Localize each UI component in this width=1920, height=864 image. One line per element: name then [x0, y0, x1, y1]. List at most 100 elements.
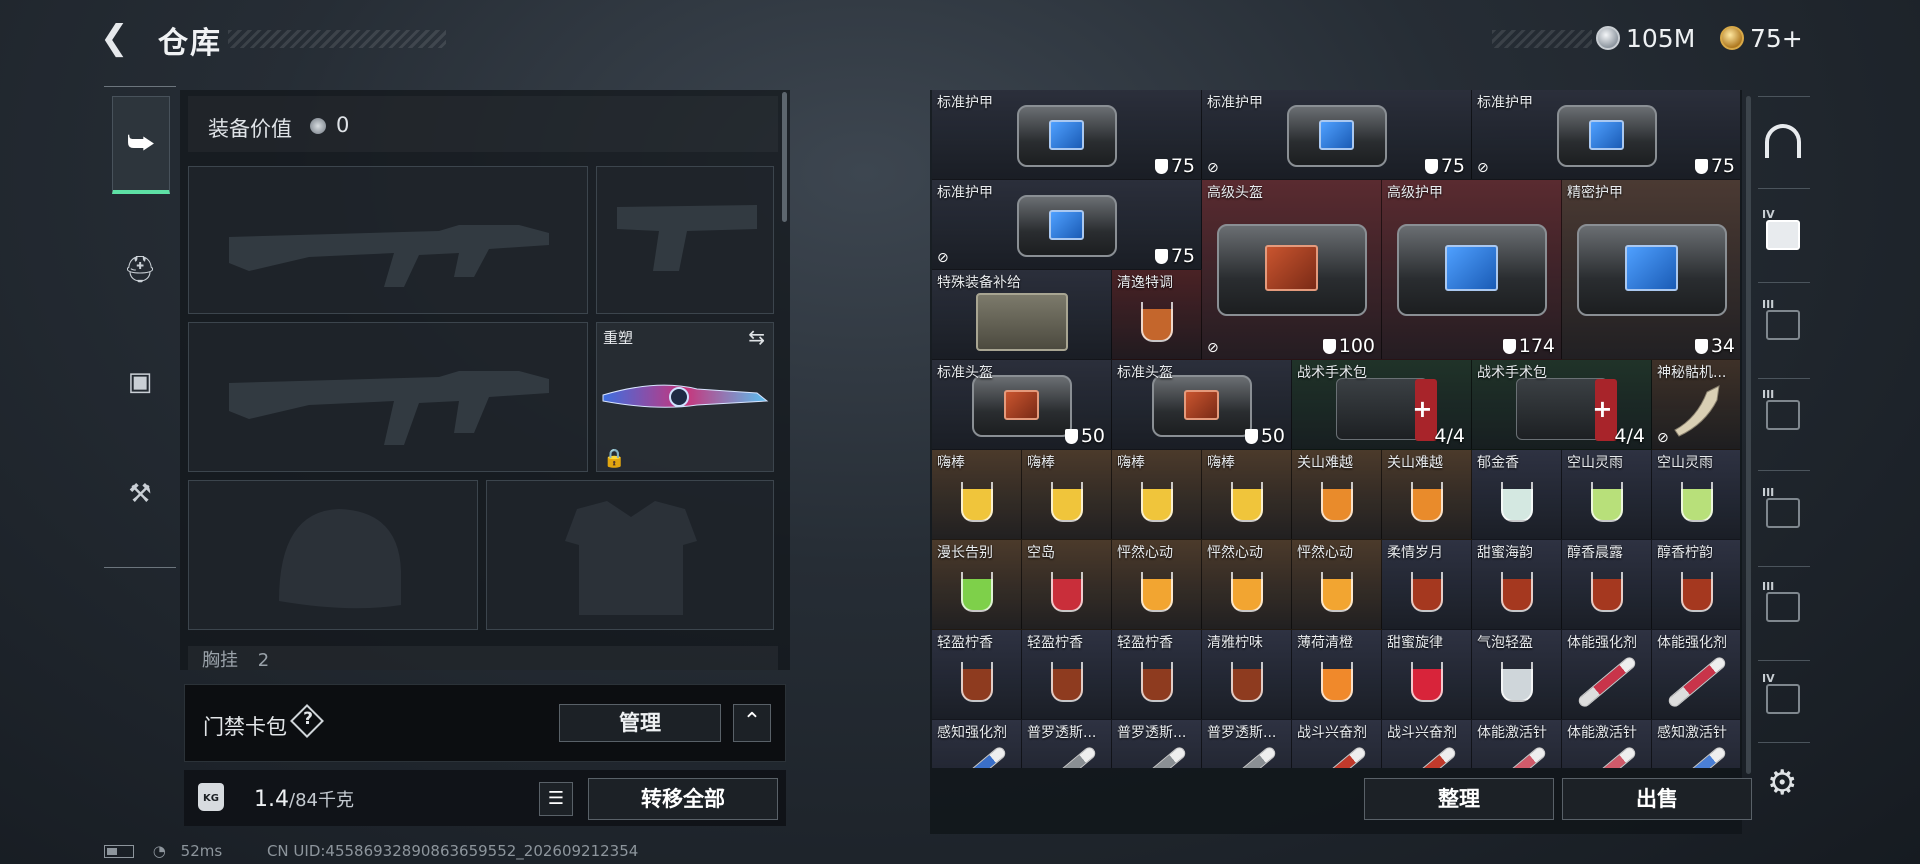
cocktail-icon [1407, 568, 1447, 618]
inventory-item[interactable]: 体能强化剂 [1562, 630, 1652, 720]
inventory-item[interactable]: 醇香柠韵 [1652, 540, 1740, 630]
warehouse-scrollbar[interactable] [1746, 96, 1751, 774]
inventory-item[interactable]: 神秘骷机... ⊘ [1652, 360, 1740, 450]
container-tab[interactable]: III [1762, 580, 1804, 630]
inventory-item[interactable]: 薄荷清橙 [1292, 630, 1382, 720]
inventory-item[interactable]: 战斗兴奋剂 [1382, 720, 1472, 768]
container-tab[interactable]: III [1762, 388, 1804, 438]
inventory-item[interactable]: 怦然心动 [1292, 540, 1382, 630]
inventory-item[interactable]: 标准护甲 75 [932, 90, 1202, 180]
container-tab[interactable]: IV [1762, 672, 1804, 722]
inventory-item[interactable]: 体能激活针 [1562, 720, 1652, 768]
inventory-item[interactable]: 标准护甲 75 ⊘ [932, 180, 1202, 270]
inventory-item[interactable]: 空岛 [1022, 540, 1112, 630]
inventory-item[interactable]: 清逸特调 [1112, 270, 1202, 360]
transfer-all-button[interactable]: 转移全部 [588, 778, 778, 820]
equipment-panel: 装备价值 0 重塑 ⇆ 🔒 胸挂 2 [180, 90, 790, 670]
equipment-scrollbar[interactable] [782, 92, 787, 222]
tab-backpack[interactable]: ▣ [112, 354, 168, 410]
vest-silhouette-icon [565, 501, 697, 615]
primary-weapon-slot[interactable] [188, 166, 588, 314]
inventory-item[interactable]: 空山灵雨 [1652, 450, 1740, 540]
container-tab[interactable] [1762, 118, 1804, 164]
item-name: 精密护甲 [1567, 185, 1623, 201]
weight-readout: 1.4/84千克 [254, 786, 354, 812]
inventory-item[interactable]: 关山难越 [1292, 450, 1382, 540]
item-name: 空山灵雨 [1657, 455, 1713, 471]
inventory-item[interactable]: 轻盈柠香 [1022, 630, 1112, 720]
primary-weapon-slot-2[interactable] [188, 322, 588, 472]
inventory-item[interactable]: 高级护甲 174 [1382, 180, 1562, 360]
inventory-item[interactable]: 特殊装备补给 [932, 270, 1112, 360]
inventory-item[interactable]: 战斗兴奋剂 [1292, 720, 1382, 768]
inventory-item[interactable]: 感知强化剂 [932, 720, 1022, 768]
gear-icon: ⚙ [1767, 763, 1798, 803]
inventory-item[interactable]: 标准头盔 50 [932, 360, 1112, 450]
chevron-up-icon: ⌃ [742, 709, 762, 734]
inventory-item[interactable]: 漫长告别 [932, 540, 1022, 630]
weight-current: 1.4 [254, 787, 289, 812]
inventory-item[interactable]: + 战术手术包 4/4 [1292, 360, 1472, 450]
container-tab[interactable]: III [1762, 486, 1804, 536]
inventory-item[interactable]: 柔情岁月 [1382, 540, 1472, 630]
inventory-item[interactable]: + 战术手术包 4/4 [1472, 360, 1652, 450]
inventory-item[interactable]: 清雅柠味 [1202, 630, 1292, 720]
item-name: 清逸特调 [1117, 275, 1173, 291]
inventory-item[interactable]: 醇香晨露 [1562, 540, 1652, 630]
settings-button[interactable]: ⚙ [1767, 763, 1797, 803]
inventory-item[interactable]: 轻盈柠香 [932, 630, 1022, 720]
inventory-item[interactable]: 标准护甲 75 ⊘ [1202, 90, 1472, 180]
syringe-icon [1212, 744, 1282, 768]
helmet-slot[interactable] [188, 480, 478, 630]
inventory-item[interactable]: 甜蜜旋律 [1382, 630, 1472, 720]
tab-toolbox[interactable]: ⚒ [112, 466, 168, 522]
secondary-weapon-slot[interactable] [596, 166, 774, 314]
armor-slot[interactable] [486, 480, 774, 630]
sell-button[interactable]: 出售 [1562, 778, 1752, 820]
inventory-item[interactable]: 普罗透斯... [1202, 720, 1292, 768]
inventory-item[interactable]: 轻盈柠香 [1112, 630, 1202, 720]
inventory-item[interactable]: 标准头盔 50 [1112, 360, 1292, 450]
inventory-item[interactable]: 甜蜜海韵 [1472, 540, 1562, 630]
inventory-item[interactable]: 气泡轻盈 [1472, 630, 1562, 720]
manage-button[interactable]: 管理 [559, 704, 721, 742]
inventory-item[interactable]: 嗨棒 [1022, 450, 1112, 540]
inventory-item[interactable]: 空山灵雨 [1562, 450, 1652, 540]
inventory-item[interactable]: 体能激活针 [1472, 720, 1562, 768]
equipment-value: 0 [336, 113, 350, 137]
item-name: 特殊装备补给 [937, 275, 1021, 291]
armor-bag-icon [1216, 223, 1367, 316]
tab-weapons[interactable]: ⮩ [112, 96, 170, 194]
tab-helmet[interactable]: ⛑ [112, 242, 168, 298]
inventory-item[interactable]: 标准护甲 75 ⊘ [1472, 90, 1740, 180]
container-tab[interactable]: IV [1762, 208, 1804, 258]
inventory-item[interactable]: 关山难越 [1382, 450, 1472, 540]
inventory-item[interactable]: 嗨棒 [932, 450, 1022, 540]
item-name: 标准头盔 [1117, 365, 1173, 381]
list-button[interactable]: ☰ [539, 782, 573, 816]
inventory-item[interactable]: 普罗透斯... [1022, 720, 1112, 768]
cocktail-icon [957, 658, 997, 708]
inventory-item[interactable]: 怦然心动 [1112, 540, 1202, 630]
inventory-item[interactable]: 怦然心动 [1202, 540, 1292, 630]
inventory-item[interactable]: 嗨棒 [1202, 450, 1292, 540]
inventory-item[interactable]: 普罗透斯... [1112, 720, 1202, 768]
back-button[interactable]: ❮ [100, 18, 140, 58]
item-durability: 34 [1694, 335, 1735, 357]
lock-icon: 🔒 [603, 448, 626, 469]
item-name: 感知激活针 [1657, 725, 1727, 741]
sort-button[interactable]: 整理 [1364, 778, 1554, 820]
inventory-item[interactable]: 郁金香 [1472, 450, 1562, 540]
inventory-item[interactable]: 嗨棒 [1112, 450, 1202, 540]
inventory-item[interactable]: 精密护甲 34 [1562, 180, 1740, 360]
injector-icon [1662, 654, 1732, 709]
inventory-item[interactable]: 高级头盔 100 ⊘ [1202, 180, 1382, 360]
melee-slot[interactable]: 重塑 ⇆ 🔒 [596, 322, 774, 472]
inventory-item[interactable]: 感知激活针 [1652, 720, 1740, 768]
inventory-item[interactable]: 体能强化剂 [1652, 630, 1740, 720]
container-tab[interactable]: III [1762, 298, 1804, 348]
chest-rig-row[interactable]: 胸挂 2 [188, 646, 778, 670]
collapse-button[interactable]: ⌃ [733, 704, 771, 742]
shield-icon [1154, 248, 1168, 264]
backpack-icon: ▣ [127, 367, 153, 397]
